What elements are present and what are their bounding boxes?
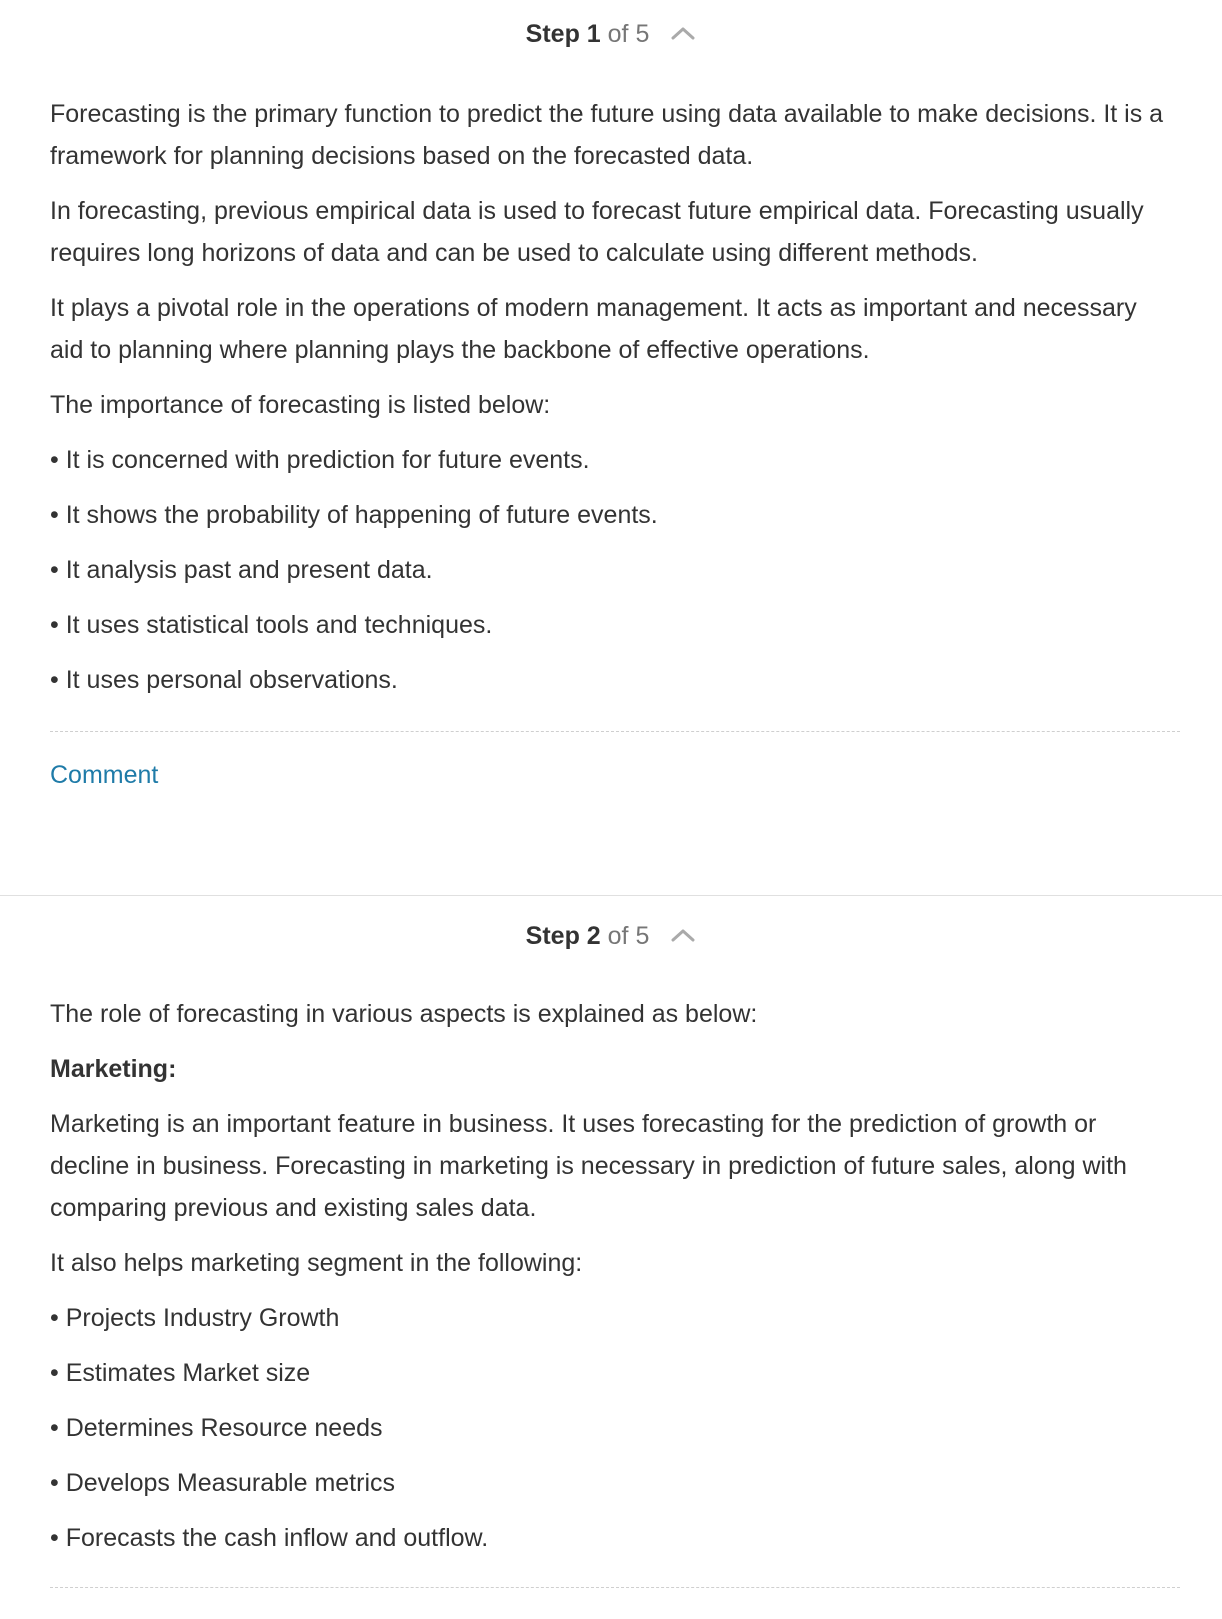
- list-item: • It uses statistical tools and techniqu…: [50, 611, 493, 639]
- list-item: • It analysis past and present data.: [50, 556, 433, 584]
- step-1-paragraph: It plays a pivotal role in the operation…: [50, 294, 1137, 364]
- list-item: • Projects Industry Growth: [50, 1304, 340, 1332]
- step-2-header[interactable]: Step 2 of 5: [0, 902, 1222, 951]
- dotted-divider: [50, 1587, 1180, 1588]
- step-1-paragraph: Forecasting is the primary function to p…: [50, 100, 1164, 170]
- list-item: • It shows the probability of happening …: [50, 501, 658, 529]
- marketing-subheading: Marketing:: [50, 1055, 177, 1083]
- list-item: • Determines Resource needs: [50, 1414, 383, 1442]
- step-1-body: Forecasting is the primary function to p…: [0, 93, 1222, 701]
- chevron-up-icon[interactable]: [670, 926, 696, 944]
- comment-link[interactable]: Comment: [50, 754, 158, 796]
- dotted-divider: [50, 731, 1180, 732]
- step-2-paragraph: Marketing is an important feature in bus…: [50, 1110, 1127, 1222]
- list-item: • It is concerned with prediction for fu…: [50, 446, 590, 474]
- list-item: • Develops Measurable metrics: [50, 1469, 395, 1497]
- step-2-intro: The role of forecasting in various aspec…: [50, 1000, 758, 1028]
- list-item: • Estimates Market size: [50, 1359, 311, 1387]
- step-1-paragraph: In forecasting, previous empirical data …: [50, 197, 1144, 267]
- step-1-label: Step 1: [525, 20, 601, 48]
- step-1-paragraph: The importance of forecasting is listed …: [50, 391, 551, 419]
- chevron-up-icon[interactable]: [670, 24, 696, 42]
- step-2-section: Step 2 of 5 The role of forecasting in v…: [0, 902, 1222, 1588]
- step-1-header[interactable]: Step 1 of 5: [0, 0, 1222, 49]
- step-2-body: The role of forecasting in various aspec…: [0, 993, 1222, 1559]
- section-divider: [0, 895, 1222, 896]
- list-item: • It uses personal observations.: [50, 666, 398, 694]
- step-1-of-total: of 5: [607, 20, 650, 48]
- step-2-label: Step 2: [525, 922, 601, 950]
- list-item: • Forecasts the cash inflow and outflow.: [50, 1524, 489, 1552]
- step-1-section: Step 1 of 5 Forecasting is the primary f…: [0, 0, 1222, 796]
- step-2-paragraph: It also helps marketing segment in the f…: [50, 1249, 583, 1277]
- step-2-of-total: of 5: [607, 922, 650, 950]
